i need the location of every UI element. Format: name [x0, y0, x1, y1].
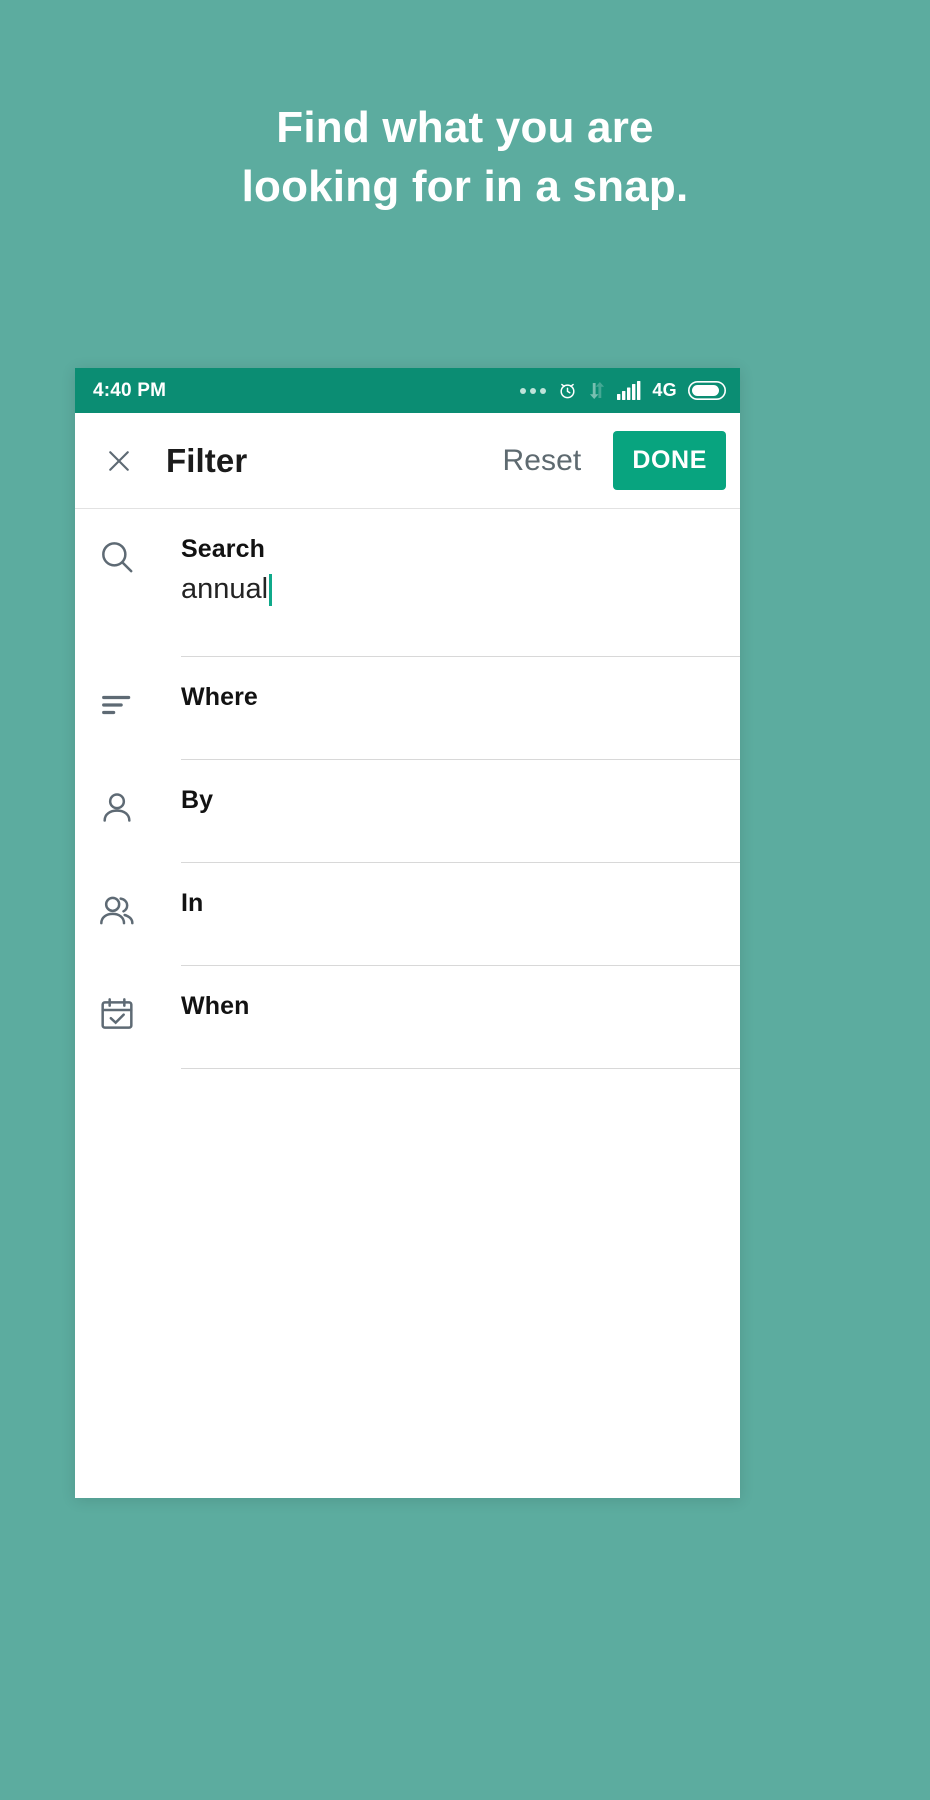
search-input[interactable]: annual — [181, 572, 740, 606]
signal-bars-icon — [617, 381, 641, 400]
align-left-icon — [97, 657, 181, 725]
people-icon — [97, 863, 181, 931]
filter-field-where[interactable]: Where — [181, 657, 740, 760]
filter-row-where[interactable]: Where — [75, 657, 740, 760]
battery-icon — [688, 381, 726, 400]
status-bar: 4:40 PM 4G — [75, 368, 740, 413]
filter-list: Search annual Where By In When — [75, 509, 740, 1069]
phone-screen: 4:40 PM 4G Filter Reset DONE Search annu… — [75, 368, 740, 1498]
app-bar: Filter Reset DONE — [75, 413, 740, 509]
person-icon — [97, 760, 181, 828]
alarm-clock-icon — [557, 380, 578, 401]
close-icon[interactable] — [97, 439, 141, 483]
more-dots-icon — [520, 387, 547, 394]
reset-button[interactable]: Reset — [492, 438, 591, 484]
network-type-label: 4G — [652, 380, 677, 400]
filter-row-by[interactable]: By — [75, 760, 740, 863]
filter-field-by[interactable]: By — [181, 760, 740, 863]
filter-label: Where — [181, 683, 258, 711]
filter-field-when[interactable]: When — [181, 966, 740, 1069]
filter-row-in[interactable]: In — [75, 863, 740, 966]
filter-label: When — [181, 992, 250, 1020]
filter-field-in[interactable]: In — [181, 863, 740, 966]
status-icons: 4G — [520, 380, 726, 401]
filter-label: By — [181, 786, 214, 814]
promo-line-2: looking for in a snap. — [241, 162, 689, 212]
filter-label: In — [181, 889, 204, 917]
filter-label: Search — [181, 535, 265, 563]
promo-headline: Find what you are looking for in a snap. — [0, 98, 930, 217]
calendar-check-icon — [97, 966, 181, 1034]
filter-row-search[interactable]: Search annual — [75, 509, 740, 657]
filter-row-when[interactable]: When — [75, 966, 740, 1069]
data-transfer-icon — [589, 381, 606, 400]
filter-field-search[interactable]: Search annual — [181, 509, 740, 657]
status-time: 4:40 PM — [93, 379, 167, 401]
text-cursor — [269, 573, 273, 606]
search-input-value: annual — [181, 572, 269, 605]
page-title: Filter — [166, 441, 248, 479]
search-icon — [97, 509, 181, 577]
done-button[interactable]: DONE — [613, 431, 726, 490]
promo-line-1: Find what you are — [276, 103, 654, 152]
